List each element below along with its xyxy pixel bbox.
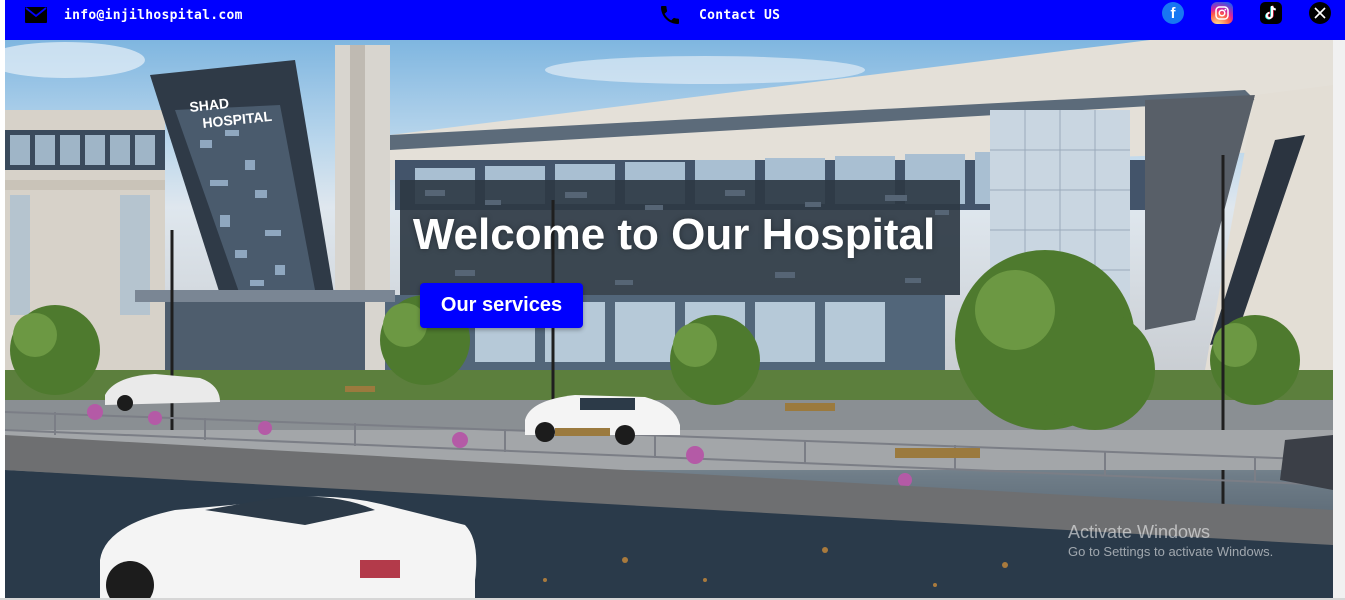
our-services-button[interactable]: Our services <box>420 283 583 328</box>
email-contact[interactable]: info@injilhospital.com <box>25 0 243 30</box>
hospital-building-image: SHAD HOSPITAL <box>5 40 1333 598</box>
hero-title-text: Welcome to Our Hospital <box>412 210 936 259</box>
hero-section: SHAD HOSPITAL Welcome to Our Hospital Ou… <box>5 40 1333 598</box>
watermark-line2: Go to Settings to activate Windows. <box>1068 543 1274 559</box>
instagram-icon[interactable] <box>1211 2 1233 24</box>
hero-title: Welcome to Our Hospital <box>5 210 1333 260</box>
email-text[interactable]: info@injilhospital.com <box>64 8 243 23</box>
activate-windows-watermark: Activate Windows Go to Settings to activ… <box>1068 522 1273 559</box>
contact-us-text[interactable]: Contact US <box>699 8 780 23</box>
tiktok-icon[interactable] <box>1260 2 1282 24</box>
watermark-line1: Activate Windows <box>1068 522 1211 542</box>
envelope-icon <box>25 7 47 23</box>
phone-icon <box>658 3 682 27</box>
top-contact-bar: info@injilhospital.com Contact US f <box>5 0 1345 40</box>
x-icon[interactable] <box>1309 2 1331 24</box>
scrollbar-thumb[interactable] <box>1335 40 1343 600</box>
contact-us-link[interactable]: Contact US <box>658 0 780 30</box>
page-scrollbar[interactable] <box>1333 40 1345 600</box>
facebook-icon[interactable]: f <box>1162 2 1184 24</box>
